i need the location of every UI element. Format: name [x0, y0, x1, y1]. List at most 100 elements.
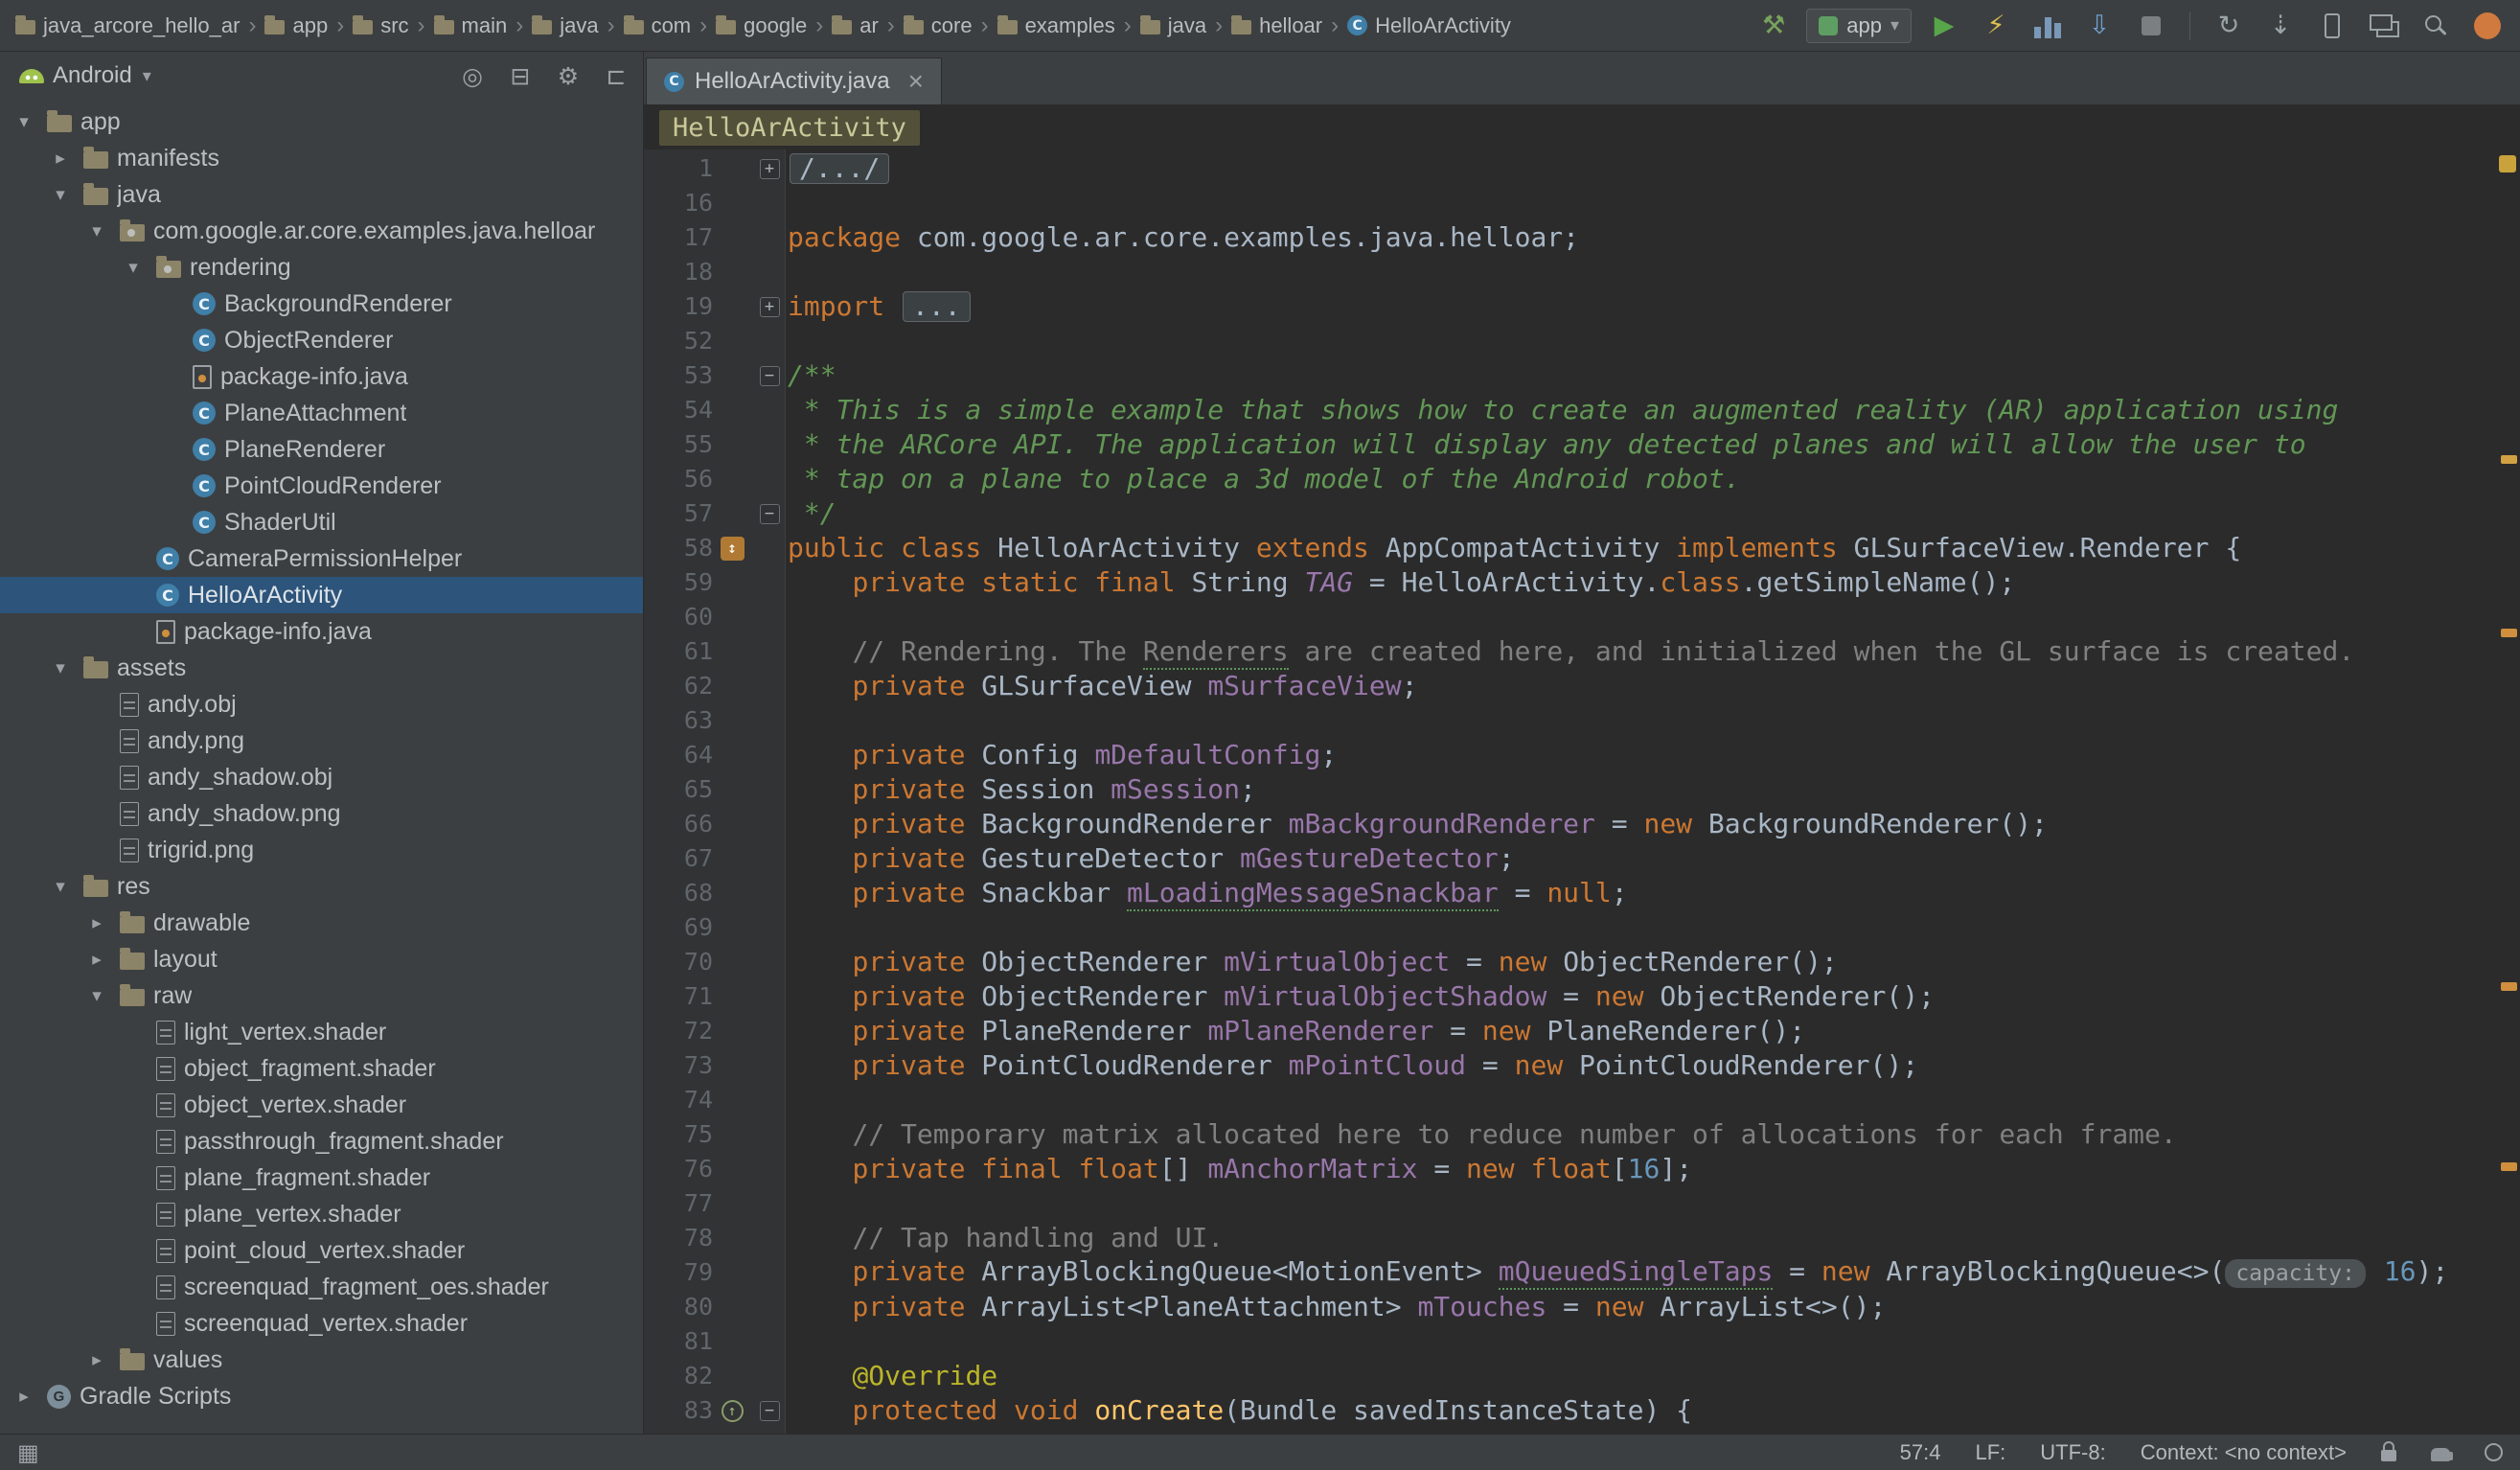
- avd-manager-icon[interactable]: [2313, 7, 2351, 45]
- code-line-77[interactable]: 77: [644, 1186, 2520, 1221]
- sdk-manager-icon[interactable]: ⇣: [2261, 7, 2300, 45]
- code-line-62[interactable]: 62 private GLSurfaceView mSurfaceView;: [644, 669, 2520, 703]
- breadcrumb-item-com[interactable]: com: [622, 11, 694, 40]
- line-number[interactable]: 63: [644, 703, 713, 738]
- tree-item-andy-shadow-obj[interactable]: andy_shadow.obj: [0, 759, 643, 795]
- code-line-1[interactable]: 1+/.../: [644, 151, 2520, 186]
- line-number[interactable]: 76: [644, 1152, 713, 1186]
- breadcrumb-item-helloar[interactable]: helloar: [1229, 11, 1324, 40]
- line-number[interactable]: 53: [644, 358, 713, 393]
- breadcrumb-class-chip[interactable]: HelloArActivity: [659, 110, 920, 146]
- code-line-58[interactable]: 58↕public class HelloArActivity extends …: [644, 531, 2520, 565]
- code-line-53[interactable]: 53−/**: [644, 358, 2520, 393]
- chevron-collapsed-icon[interactable]: ▸: [82, 1349, 111, 1371]
- tree-item-planeattachment[interactable]: CPlaneAttachment: [0, 395, 643, 431]
- warning-stripe-mark[interactable]: [2501, 629, 2517, 637]
- code-line-61[interactable]: 61 // Rendering. The Renderers are creat…: [644, 634, 2520, 669]
- inspections-indicator-icon[interactable]: [2499, 155, 2516, 172]
- code-editor[interactable]: 1+/.../1617package com.google.ar.core.ex…: [644, 149, 2520, 1434]
- tree-item-helloaractivity[interactable]: CHelloArActivity: [0, 577, 643, 613]
- code-line-67[interactable]: 67 private GestureDetector mGestureDetec…: [644, 841, 2520, 876]
- line-number[interactable]: 80: [644, 1290, 713, 1324]
- code-line-65[interactable]: 65 private Session mSession;: [644, 772, 2520, 807]
- line-number[interactable]: 17: [644, 220, 713, 255]
- line-number[interactable]: 58: [644, 531, 713, 565]
- fold-collapse-icon[interactable]: −: [760, 504, 780, 524]
- code-line-59[interactable]: 59 private static final String TAG = Hel…: [644, 565, 2520, 600]
- chevron-expanded-icon[interactable]: ▾: [46, 876, 75, 898]
- search-everywhere-icon[interactable]: [2417, 7, 2455, 45]
- chevron-collapsed-icon[interactable]: ▸: [82, 949, 111, 971]
- tree-item-object-vertex-shader[interactable]: object_vertex.shader: [0, 1087, 643, 1123]
- line-number[interactable]: 78: [644, 1221, 713, 1255]
- highlighting-level-icon[interactable]: [2485, 1443, 2503, 1461]
- code-line-76[interactable]: 76 private final float[] mAnchorMatrix =…: [644, 1152, 2520, 1186]
- warning-stripe-mark[interactable]: [2501, 1162, 2517, 1171]
- code-line-78[interactable]: 78 // Tap handling and UI.: [644, 1221, 2520, 1255]
- line-number[interactable]: 65: [644, 772, 713, 807]
- overrides-method-gutter-icon[interactable]: ↑: [722, 1400, 744, 1422]
- breadcrumb-item-helloaractivity[interactable]: CHelloArActivity: [1345, 11, 1513, 40]
- code-line-79[interactable]: 79 private ArrayBlockingQueue<MotionEven…: [644, 1255, 2520, 1290]
- fold-collapse-icon[interactable]: −: [760, 366, 780, 386]
- line-number[interactable]: 54: [644, 393, 713, 427]
- tree-item-package-info-java[interactable]: package-info.java: [0, 358, 643, 395]
- code-line-72[interactable]: 72 private PlaneRenderer mPlaneRenderer …: [644, 1014, 2520, 1048]
- run-icon[interactable]: ▶: [1925, 7, 1963, 45]
- code-line-70[interactable]: 70 private ObjectRenderer mVirtualObject…: [644, 945, 2520, 979]
- breadcrumb-item-examples[interactable]: examples: [996, 11, 1117, 40]
- tree-item-manifests[interactable]: ▸manifests: [0, 140, 643, 176]
- chevron-expanded-icon[interactable]: ▾: [82, 985, 111, 1007]
- tree-item-screenquad-fragment-oes-shader[interactable]: screenquad_fragment_oes.shader: [0, 1269, 643, 1305]
- stop-icon[interactable]: [2132, 7, 2170, 45]
- code-line-68[interactable]: 68 private Snackbar mLoadingMessageSnack…: [644, 876, 2520, 910]
- profile-avatar-icon[interactable]: [2468, 7, 2507, 45]
- chevron-collapsed-icon[interactable]: ▸: [10, 1386, 38, 1408]
- chevron-expanded-icon[interactable]: ▾: [82, 220, 111, 242]
- code-line-60[interactable]: 60: [644, 600, 2520, 634]
- line-number[interactable]: 75: [644, 1117, 713, 1152]
- chevron-collapsed-icon[interactable]: ▸: [82, 912, 111, 934]
- profiler-icon[interactable]: [2028, 7, 2067, 45]
- run-config-select[interactable]: app▾: [1806, 9, 1912, 43]
- code-line-64[interactable]: 64 private Config mDefaultConfig;: [644, 738, 2520, 772]
- line-number[interactable]: 62: [644, 669, 713, 703]
- breadcrumb-item-src[interactable]: src: [351, 11, 410, 40]
- apply-changes-icon[interactable]: ⚡: [1977, 7, 2015, 45]
- tree-item-plane-fragment-shader[interactable]: plane_fragment.shader: [0, 1160, 643, 1196]
- line-number[interactable]: 1: [644, 151, 713, 186]
- code-line-82[interactable]: 82 @Override: [644, 1359, 2520, 1393]
- line-number[interactable]: 82: [644, 1359, 713, 1393]
- line-number[interactable]: 81: [644, 1324, 713, 1359]
- tree-item-pointcloudrenderer[interactable]: CPointCloudRenderer: [0, 468, 643, 504]
- context-widget[interactable]: Context: <no context>: [2141, 1440, 2347, 1465]
- tree-item-camerapermissionhelper[interactable]: CCameraPermissionHelper: [0, 540, 643, 577]
- line-number[interactable]: 52: [644, 324, 713, 358]
- code-line-52[interactable]: 52: [644, 324, 2520, 358]
- tree-item-trigrid-png[interactable]: trigrid.png: [0, 832, 643, 868]
- code-line-18[interactable]: 18: [644, 255, 2520, 289]
- breadcrumb-item-java[interactable]: java: [1138, 11, 1208, 40]
- code-line-54[interactable]: 54 * This is a simple example that shows…: [644, 393, 2520, 427]
- code-line-63[interactable]: 63: [644, 703, 2520, 738]
- code-line-56[interactable]: 56 * tap on a plane to place a 3d model …: [644, 462, 2520, 496]
- line-number[interactable]: 60: [644, 600, 713, 634]
- tree-item-andy-shadow-png[interactable]: andy_shadow.png: [0, 795, 643, 832]
- related-symbol-gutter-icon[interactable]: ↕: [721, 537, 745, 561]
- line-number[interactable]: 73: [644, 1048, 713, 1083]
- breadcrumb-item-app[interactable]: app: [263, 11, 330, 40]
- line-number[interactable]: 67: [644, 841, 713, 876]
- tree-item-andy-png[interactable]: andy.png: [0, 723, 643, 759]
- line-number[interactable]: 61: [644, 634, 713, 669]
- chevron-expanded-icon[interactable]: ▾: [46, 184, 75, 206]
- tree-item-planerenderer[interactable]: CPlaneRenderer: [0, 431, 643, 468]
- tree-item-object-fragment-shader[interactable]: object_fragment.shader: [0, 1050, 643, 1087]
- fold-expand-icon[interactable]: +: [760, 159, 780, 179]
- tree-item-gradle-scripts[interactable]: ▸GGradle Scripts: [0, 1378, 643, 1414]
- line-separator-widget[interactable]: LF:: [1975, 1440, 2005, 1465]
- close-icon[interactable]: ×: [908, 72, 924, 91]
- line-number[interactable]: 69: [644, 910, 713, 945]
- breadcrumb-item-java-arcore-hello-ar[interactable]: java_arcore_hello_ar: [13, 11, 241, 40]
- tree-item-package-info-java[interactable]: package-info.java: [0, 613, 643, 650]
- code-line-71[interactable]: 71 private ObjectRenderer mVirtualObject…: [644, 979, 2520, 1014]
